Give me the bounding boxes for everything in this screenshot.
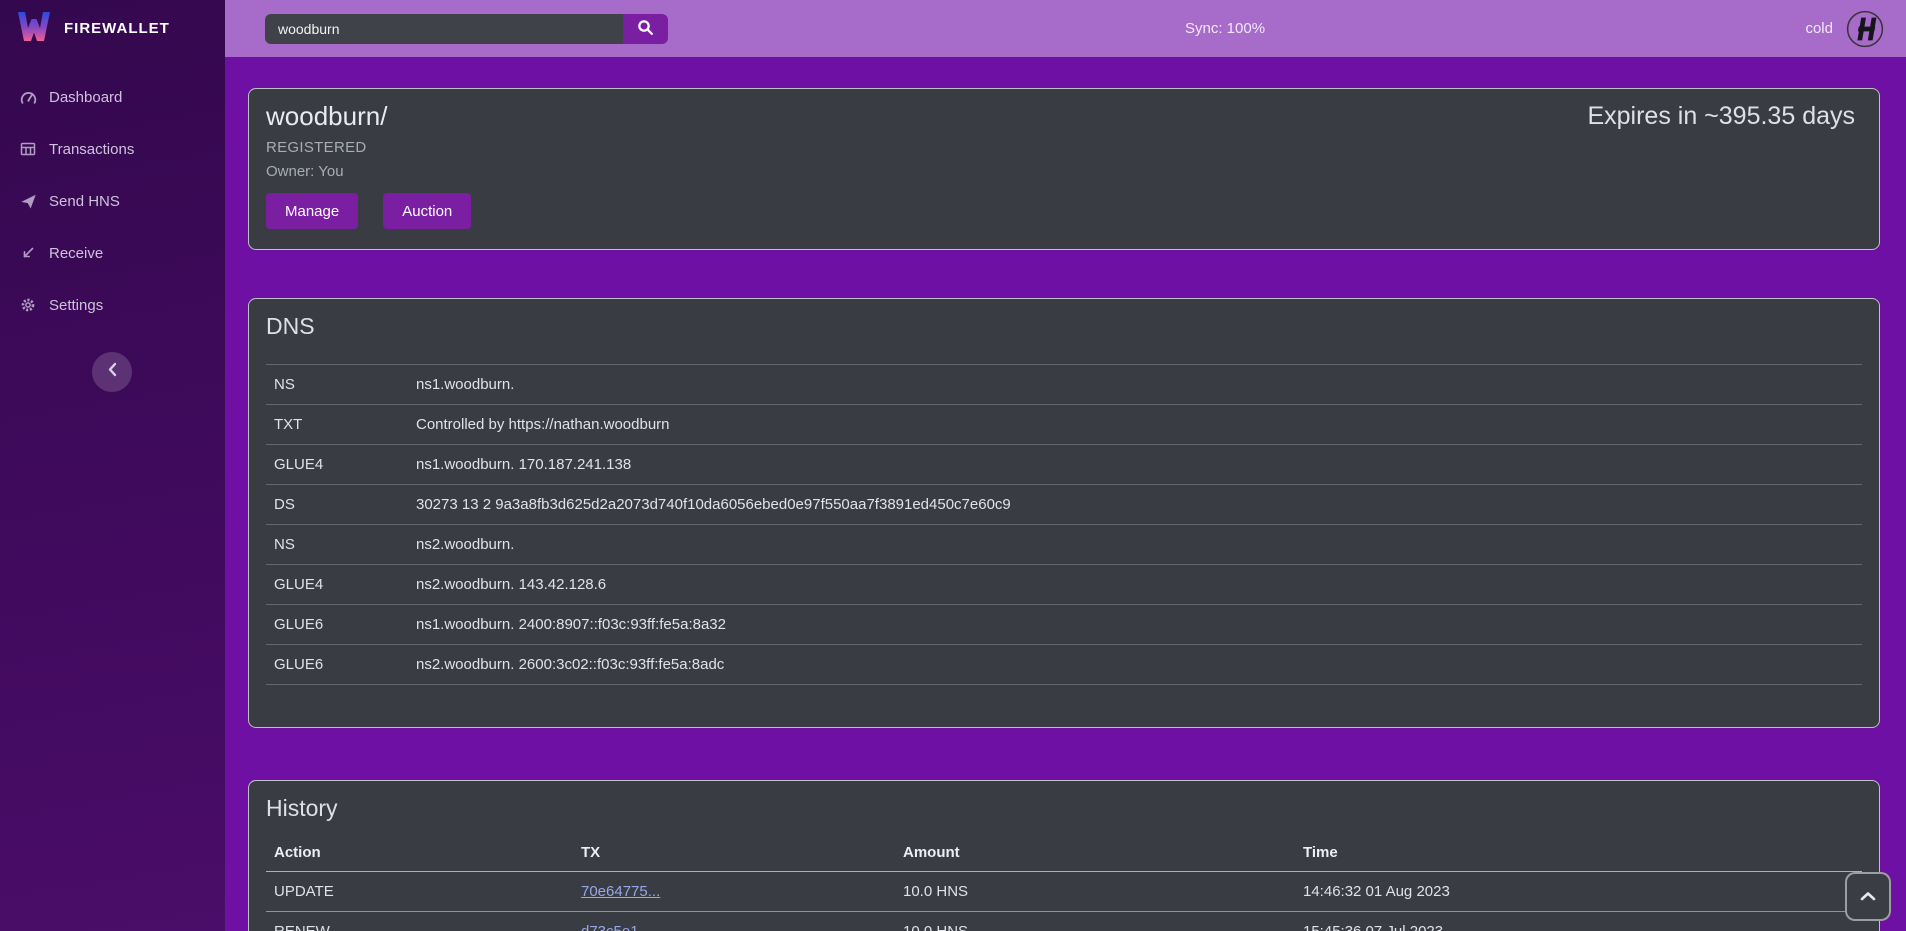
sidebar-item-dashboard[interactable]: Dashboard <box>0 71 225 123</box>
domain-expiry: Expires in ~395.35 days <box>1587 102 1855 131</box>
search-icon <box>637 19 654 39</box>
sidebar-item-settings[interactable]: Settings <box>0 279 225 331</box>
sidebar-item-label: Dashboard <box>49 89 122 106</box>
dns-record-type: GLUE4 <box>266 445 408 485</box>
dns-record-value: ns2.woodburn. 143.42.128.6 <box>408 565 1862 605</box>
history-action: UPDATE <box>266 872 573 912</box>
tx-link[interactable]: 70e64775... <box>581 883 660 900</box>
settings-icon <box>19 297 37 313</box>
dns-card-title: DNS <box>266 313 1862 340</box>
firewallet-w-logo <box>16 10 52 48</box>
history-amount: 10.0 HNS <box>895 872 1295 912</box>
dns-record-type: TXT <box>266 405 408 445</box>
dns-table: NSns1.woodburn.TXTControlled by https://… <box>266 364 1862 685</box>
sidebar-nav: Dashboard Transactions Send HNS Receive Sett… <box>0 71 225 331</box>
sidebar-item-label: Receive <box>49 245 103 262</box>
receive-icon <box>19 245 37 261</box>
dns-record-type: NS <box>266 365 408 405</box>
sidebar-item-transactions[interactable]: Transactions <box>0 123 225 175</box>
history-card: History ActionTXAmountTime UPDATE 70e6477… <box>248 780 1880 931</box>
wallet-mode-label: cold <box>1805 20 1833 37</box>
dns-record-row: GLUE4ns2.woodburn. 143.42.128.6 <box>266 565 1862 605</box>
dns-record-row: GLUE6ns1.woodburn. 2400:8907::f03c:93ff:… <box>266 605 1862 645</box>
sidebar-item-label: Settings <box>49 297 103 314</box>
dns-record-value: ns2.woodburn. 2600:3c02::f03c:93ff:fe5a:… <box>408 645 1862 685</box>
auction-button[interactable]: Auction <box>383 193 471 229</box>
sidebar-item-send-hns[interactable]: Send HNS <box>0 175 225 227</box>
dns-record-type: GLUE6 <box>266 645 408 685</box>
scroll-to-top-button[interactable] <box>1845 872 1891 921</box>
dns-card: DNS NSns1.woodburn.TXTControlled by http… <box>248 298 1880 728</box>
dns-record-type: DS <box>266 485 408 525</box>
domain-owner: Owner: You <box>266 163 1855 180</box>
dns-record-value: ns1.woodburn. <box>408 365 1862 405</box>
history-row: RENEW d73c5e1... 10.0 HNS15:45:36 07 Jul 2… <box>266 912 1862 931</box>
dns-record-row: GLUE4ns1.woodburn. 170.187.241.138 <box>266 445 1862 485</box>
dns-record-value: ns1.woodburn. 170.187.241.138 <box>408 445 1862 485</box>
history-column-tx: TX <box>573 834 895 872</box>
dns-record-row: DS30273 13 2 9a3a8fb3d625d2a2073d740f10d… <box>266 485 1862 525</box>
tx-link[interactable]: d73c5e1... <box>581 923 651 931</box>
history-column-action: Action <box>266 834 573 872</box>
dns-record-row: TXTControlled by https://nathan.woodburn <box>266 405 1862 445</box>
history-time: 14:46:32 01 Aug 2023 <box>1295 872 1862 912</box>
search-button[interactable] <box>623 14 668 44</box>
chevron-up-icon <box>1860 888 1876 906</box>
history-table: ActionTXAmountTime UPDATE 70e64775... 10.0… <box>266 834 1862 931</box>
handshake-icon[interactable] <box>1846 10 1884 48</box>
sidebar-item-label: Transactions <box>49 141 134 158</box>
sidebar-item-receive[interactable]: Receive <box>0 227 225 279</box>
brand-name: FIREWALLET <box>64 20 170 37</box>
sync-status: Sync: 100% <box>1185 20 1265 37</box>
history-column-amount: Amount <box>895 834 1295 872</box>
dns-record-row: NSns1.woodburn. <box>266 365 1862 405</box>
send-icon <box>19 193 37 210</box>
dns-record-value: 30273 13 2 9a3a8fb3d625d2a2073d740f10da6… <box>408 485 1862 525</box>
domain-status: REGISTERED <box>266 139 1855 156</box>
domain-card: woodburn/ REGISTERED Owner: You Manage A… <box>248 88 1880 250</box>
dns-record-value: ns1.woodburn. 2400:8907::f03c:93ff:fe5a:… <box>408 605 1862 645</box>
dns-record-value: ns2.woodburn. <box>408 525 1862 565</box>
dns-record-value: Controlled by https://nathan.woodburn <box>408 405 1862 445</box>
topbar: Sync: 100% cold <box>225 0 1906 57</box>
wallet-indicator: cold <box>1805 10 1884 48</box>
domain-actions: Manage Auction <box>266 193 1855 229</box>
sidebar: FIREWALLET Dashboard Transactions Send HNS… <box>0 0 225 931</box>
dns-record-type: GLUE6 <box>266 605 408 645</box>
history-time: 15:45:36 07 Jul 2023 <box>1295 912 1862 931</box>
brand: FIREWALLET <box>0 0 225 57</box>
dns-record-row: GLUE6ns2.woodburn. 2600:3c02::f03c:93ff:… <box>266 645 1862 685</box>
sidebar-collapse-button[interactable] <box>92 352 132 392</box>
transactions-icon <box>19 141 37 157</box>
sidebar-item-label: Send HNS <box>49 193 120 210</box>
search-bar <box>265 14 668 44</box>
dashboard-icon <box>19 89 37 106</box>
history-row: UPDATE 70e64775... 10.0 HNS14:46:32 01 Aug… <box>266 872 1862 912</box>
history-amount: 10.0 HNS <box>895 912 1295 931</box>
history-card-title: History <box>266 795 1862 822</box>
history-column-time: Time <box>1295 834 1862 872</box>
dns-record-type: NS <box>266 525 408 565</box>
search-input[interactable] <box>265 14 623 44</box>
dns-record-type: GLUE4 <box>266 565 408 605</box>
main-content: woodburn/ REGISTERED Owner: You Manage A… <box>225 57 1906 931</box>
dns-record-row: NSns2.woodburn. <box>266 525 1862 565</box>
manage-button[interactable]: Manage <box>266 193 358 229</box>
history-action: RENEW <box>266 912 573 931</box>
chevron-left-icon <box>107 362 118 382</box>
